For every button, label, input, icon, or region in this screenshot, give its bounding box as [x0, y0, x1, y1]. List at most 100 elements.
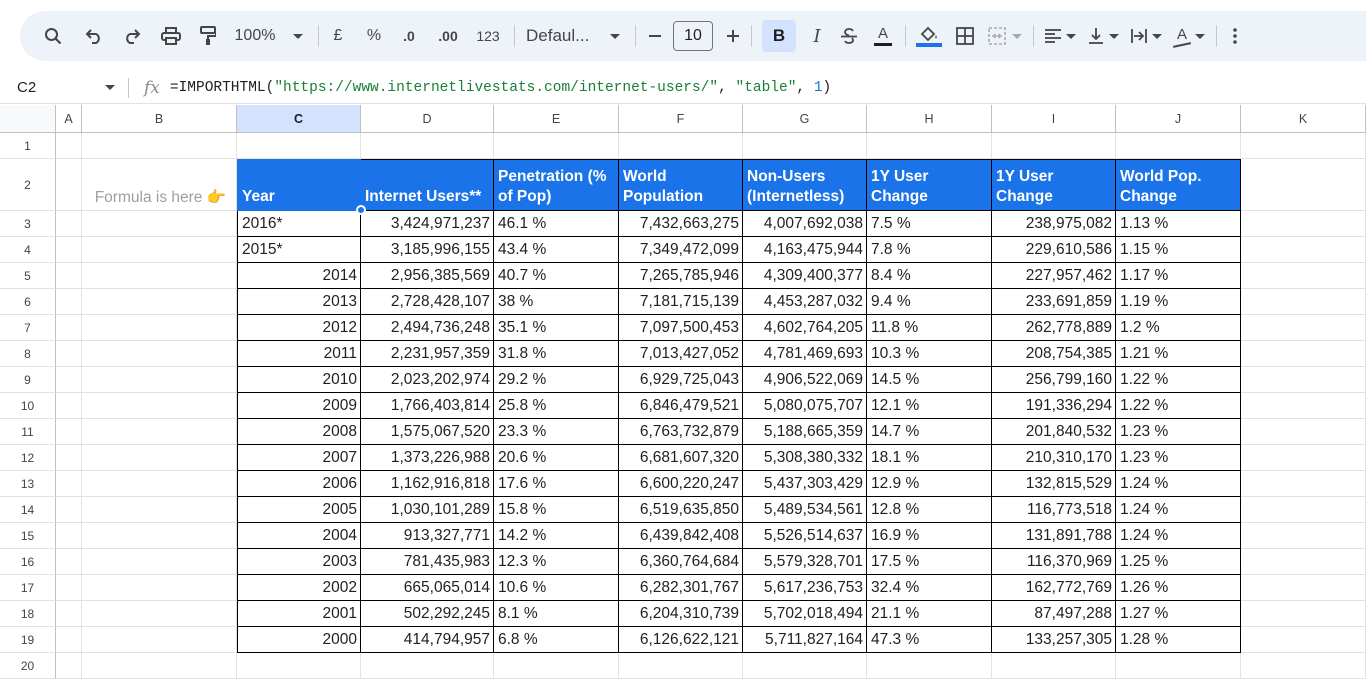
- table-cell[interactable]: 1.13 %: [1116, 211, 1241, 237]
- percent-button[interactable]: %: [363, 20, 385, 52]
- grid-cell[interactable]: [56, 211, 82, 237]
- table-cell[interactable]: 1.22 %: [1116, 367, 1241, 393]
- plus-icon[interactable]: [724, 20, 742, 52]
- vertical-align-icon[interactable]: [1086, 20, 1106, 52]
- table-cell[interactable]: 502,292,245: [361, 601, 494, 627]
- fill-handle[interactable]: [356, 205, 366, 215]
- grid-cell[interactable]: [56, 341, 82, 367]
- table-cell[interactable]: 43.4 %: [494, 237, 619, 263]
- grid-cell[interactable]: [1241, 549, 1366, 575]
- table-cell[interactable]: 229,610,586: [992, 237, 1116, 263]
- table-cell[interactable]: 31.8 %: [494, 341, 619, 367]
- table-cell[interactable]: 781,435,983: [361, 549, 494, 575]
- chevron-down-icon[interactable]: [104, 72, 116, 104]
- table-cell[interactable]: 2014: [237, 263, 361, 289]
- table-cell[interactable]: 913,327,771: [361, 523, 494, 549]
- grid-cell[interactable]: [56, 289, 82, 315]
- table-cell[interactable]: 1.28 %: [1116, 627, 1241, 653]
- formula-input[interactable]: =IMPORTHTML("https://www.internetlivesta…: [170, 80, 831, 96]
- zoom-select[interactable]: 100%: [227, 20, 283, 52]
- table-cell[interactable]: 12.9 %: [867, 471, 992, 497]
- grid-cell[interactable]: [1241, 393, 1366, 419]
- grid-cell[interactable]: [867, 653, 992, 679]
- row-header-20[interactable]: 20: [0, 653, 56, 679]
- row-header-16[interactable]: 16: [0, 549, 56, 575]
- text-color-button[interactable]: A: [871, 20, 895, 52]
- grid-cell[interactable]: [82, 341, 237, 367]
- table-cell[interactable]: 16.9 %: [867, 523, 992, 549]
- table-cell[interactable]: 262,778,889: [992, 315, 1116, 341]
- table-cell[interactable]: 1.2 %: [1116, 315, 1241, 341]
- chevron-down-icon[interactable]: [1194, 20, 1206, 52]
- undo-icon[interactable]: [83, 20, 105, 52]
- grid-cell[interactable]: [56, 419, 82, 445]
- grid-cell[interactable]: [619, 653, 743, 679]
- column-header-f[interactable]: F: [619, 105, 743, 133]
- grid-cell[interactable]: [1241, 471, 1366, 497]
- table-cell[interactable]: 227,957,462: [992, 263, 1116, 289]
- table-cell[interactable]: 2000: [237, 627, 361, 653]
- bold-button[interactable]: B: [762, 20, 796, 52]
- grid-cell[interactable]: [619, 133, 743, 159]
- table-cell[interactable]: 14.5 %: [867, 367, 992, 393]
- table-header-cell[interactable]: 1Y User Change: [992, 159, 1116, 211]
- grid-cell[interactable]: [82, 211, 237, 237]
- chevron-down-icon[interactable]: [1011, 20, 1023, 52]
- table-cell[interactable]: 1.17 %: [1116, 263, 1241, 289]
- table-cell[interactable]: 1.24 %: [1116, 497, 1241, 523]
- grid-cell[interactable]: [494, 133, 619, 159]
- table-cell[interactable]: 1.19 %: [1116, 289, 1241, 315]
- row-header-4[interactable]: 4: [0, 237, 56, 263]
- table-cell[interactable]: 6,763,732,879: [619, 419, 743, 445]
- table-header-cell[interactable]: World Pop. Change: [1116, 159, 1241, 211]
- minus-icon[interactable]: [646, 20, 664, 52]
- grid-cell[interactable]: [82, 445, 237, 471]
- table-cell[interactable]: 17.6 %: [494, 471, 619, 497]
- grid-cell[interactable]: [82, 419, 237, 445]
- borders-icon[interactable]: [954, 20, 976, 52]
- grid-cell[interactable]: [82, 289, 237, 315]
- table-cell[interactable]: 2010: [237, 367, 361, 393]
- grid-cell[interactable]: [1241, 653, 1366, 679]
- table-cell[interactable]: 12.1 %: [867, 393, 992, 419]
- grid-cell[interactable]: [867, 133, 992, 159]
- table-cell[interactable]: 7,097,500,453: [619, 315, 743, 341]
- grid-cell[interactable]: [56, 159, 82, 211]
- grid-cell[interactable]: [1116, 133, 1241, 159]
- grid-cell[interactable]: [82, 601, 237, 627]
- table-cell[interactable]: 238,975,082: [992, 211, 1116, 237]
- table-cell[interactable]: 23.3 %: [494, 419, 619, 445]
- table-cell[interactable]: 2003: [237, 549, 361, 575]
- column-header-d[interactable]: D: [361, 105, 494, 133]
- row-header-14[interactable]: 14: [0, 497, 56, 523]
- more-options-icon[interactable]: [1227, 20, 1243, 52]
- table-cell[interactable]: 2004: [237, 523, 361, 549]
- grid-cell[interactable]: [361, 133, 494, 159]
- table-cell[interactable]: 2013: [237, 289, 361, 315]
- grid-cell[interactable]: [1241, 627, 1366, 653]
- table-cell[interactable]: 4,906,522,069: [743, 367, 867, 393]
- table-cell[interactable]: 6.8 %: [494, 627, 619, 653]
- chevron-down-icon[interactable]: [1108, 20, 1120, 52]
- table-cell[interactable]: 7,349,472,099: [619, 237, 743, 263]
- table-cell[interactable]: 4,453,287,032: [743, 289, 867, 315]
- search-icon[interactable]: [42, 20, 64, 52]
- table-cell[interactable]: 87,497,288: [992, 601, 1116, 627]
- table-cell[interactable]: 7,013,427,052: [619, 341, 743, 367]
- row-header-1[interactable]: 1: [0, 133, 56, 159]
- table-cell[interactable]: 2001: [237, 601, 361, 627]
- table-cell[interactable]: 14.2 %: [494, 523, 619, 549]
- table-cell[interactable]: 5,437,303,429: [743, 471, 867, 497]
- table-header-cell[interactable]: 1Y User Change: [867, 159, 992, 211]
- grid-cell[interactable]: [992, 653, 1116, 679]
- grid-cell[interactable]: [237, 133, 361, 159]
- table-cell[interactable]: 35.1 %: [494, 315, 619, 341]
- table-cell[interactable]: 2016*: [237, 211, 361, 237]
- table-cell[interactable]: 5,617,236,753: [743, 575, 867, 601]
- table-cell[interactable]: 46.1 %: [494, 211, 619, 237]
- table-cell[interactable]: 9.4 %: [867, 289, 992, 315]
- table-cell[interactable]: 665,065,014: [361, 575, 494, 601]
- table-cell[interactable]: 1,162,916,818: [361, 471, 494, 497]
- grid-cell[interactable]: [1241, 289, 1366, 315]
- table-cell[interactable]: 1.15 %: [1116, 237, 1241, 263]
